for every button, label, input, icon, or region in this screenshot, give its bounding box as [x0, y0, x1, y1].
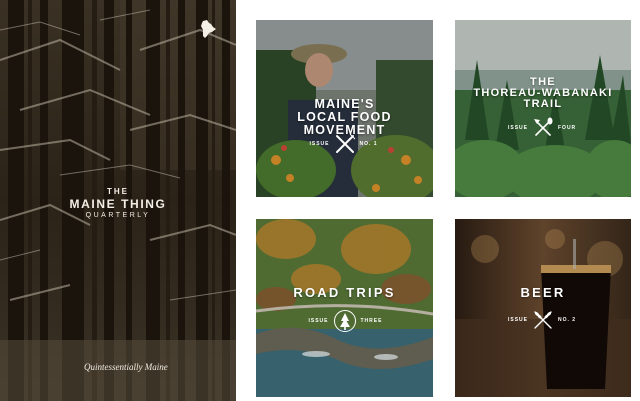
- issue-number: THREE: [360, 318, 383, 324]
- issue-badge: ISSUE THREE: [256, 309, 433, 333]
- issue-tile-road-trips[interactable]: ROAD TRIPS ISSUE THREE: [256, 219, 433, 397]
- tile-title-line: BEER: [520, 285, 566, 300]
- tile-title-line: LOCAL FOOD: [297, 109, 392, 124]
- magazine-cover[interactable]: THE MAINE THING QUARTERLY Quintessential…: [0, 0, 236, 401]
- tile-title: BEER: [455, 285, 631, 300]
- tile-title: MAINE'S LOCAL FOOD MOVEMENT: [256, 98, 433, 136]
- issue-tile-local-food[interactable]: MAINE'S LOCAL FOOD MOVEMENT ISSUE NO. 1: [256, 20, 433, 197]
- tile-title-line: MAINE'S: [314, 97, 375, 111]
- tile-title-line: ROAD TRIPS: [293, 285, 396, 300]
- masthead-subtitle: QUARTERLY: [85, 212, 151, 219]
- issue-label: ISSUE: [507, 317, 528, 323]
- maine-state-icon: [201, 20, 216, 38]
- issue-badge: ISSUE NO. 1: [256, 133, 433, 155]
- crossed-knife-fork-icon: [335, 133, 355, 153]
- pine-tree-icon: [333, 310, 356, 332]
- issue-badge: ISSUE FOUR: [455, 117, 631, 139]
- tile-title-line: TRAIL: [523, 98, 563, 111]
- issue-number: FOUR: [558, 125, 577, 131]
- issue-label: ISSUE: [308, 318, 329, 324]
- issue-tile-beer[interactable]: BEER ISSUE NO. 2: [455, 219, 631, 397]
- issue-label: ISSUE: [309, 141, 330, 147]
- masthead-title: MAINE THING: [69, 197, 167, 211]
- tile-title: THE THOREAU-WABANAKI TRAIL: [455, 76, 631, 111]
- beer-glass-photo: [455, 219, 631, 397]
- crossed-wheat-icon: [534, 311, 552, 329]
- issue-label: ISSUE: [507, 125, 528, 131]
- issue-number: NO. 2: [558, 317, 577, 323]
- tile-title: ROAD TRIPS: [256, 285, 433, 300]
- issue-badge: ISSUE NO. 2: [455, 309, 631, 331]
- issue-number: NO. 1: [359, 141, 378, 147]
- cover-tagline: Quintessentially Maine: [84, 362, 168, 372]
- masthead-the: THE: [107, 187, 129, 196]
- coastline-aerial-photo: [256, 219, 433, 397]
- crossed-axe-paddle-icon: [534, 117, 553, 136]
- issue-tile-trail[interactable]: THE THOREAU-WABANAKI TRAIL ISSUE FOUR: [455, 20, 631, 197]
- cover-masthead: THE MAINE THING QUARTERLY: [0, 187, 236, 219]
